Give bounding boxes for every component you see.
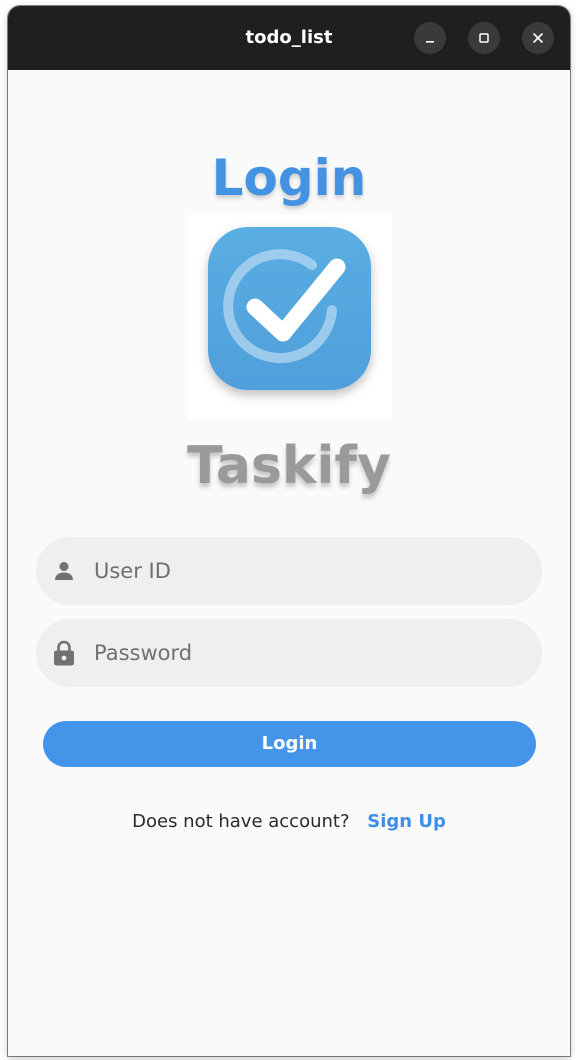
app-window: todo_list Login Taskify User ID Login Do… bbox=[8, 6, 570, 1056]
checkmark-logo-icon bbox=[187, 215, 392, 420]
maximize-button[interactable] bbox=[468, 22, 500, 54]
close-button[interactable] bbox=[522, 22, 554, 54]
user-id-field[interactable] bbox=[36, 537, 542, 605]
title-bar[interactable]: todo_list bbox=[8, 6, 570, 70]
sign-up-link[interactable]: Sign Up bbox=[367, 811, 446, 832]
password-input[interactable] bbox=[94, 633, 514, 673]
minimize-button[interactable] bbox=[414, 22, 446, 54]
app-logo bbox=[187, 215, 392, 420]
signup-prompt-text: Does not have account? bbox=[132, 811, 350, 832]
page-title: Login bbox=[211, 149, 367, 207]
signup-prompt-row: Does not have account? Sign Up bbox=[8, 810, 570, 834]
app-name: Taskify bbox=[187, 436, 391, 496]
user-id-input[interactable] bbox=[94, 551, 514, 591]
person-icon bbox=[52, 559, 76, 583]
login-button[interactable]: Login bbox=[43, 721, 536, 767]
maximize-icon bbox=[478, 32, 490, 44]
close-icon bbox=[532, 32, 544, 44]
login-page: Login Taskify User ID Login Does not hav… bbox=[8, 70, 570, 1056]
minimize-icon bbox=[424, 32, 436, 44]
lock-icon bbox=[52, 640, 76, 666]
password-field[interactable] bbox=[36, 619, 542, 687]
